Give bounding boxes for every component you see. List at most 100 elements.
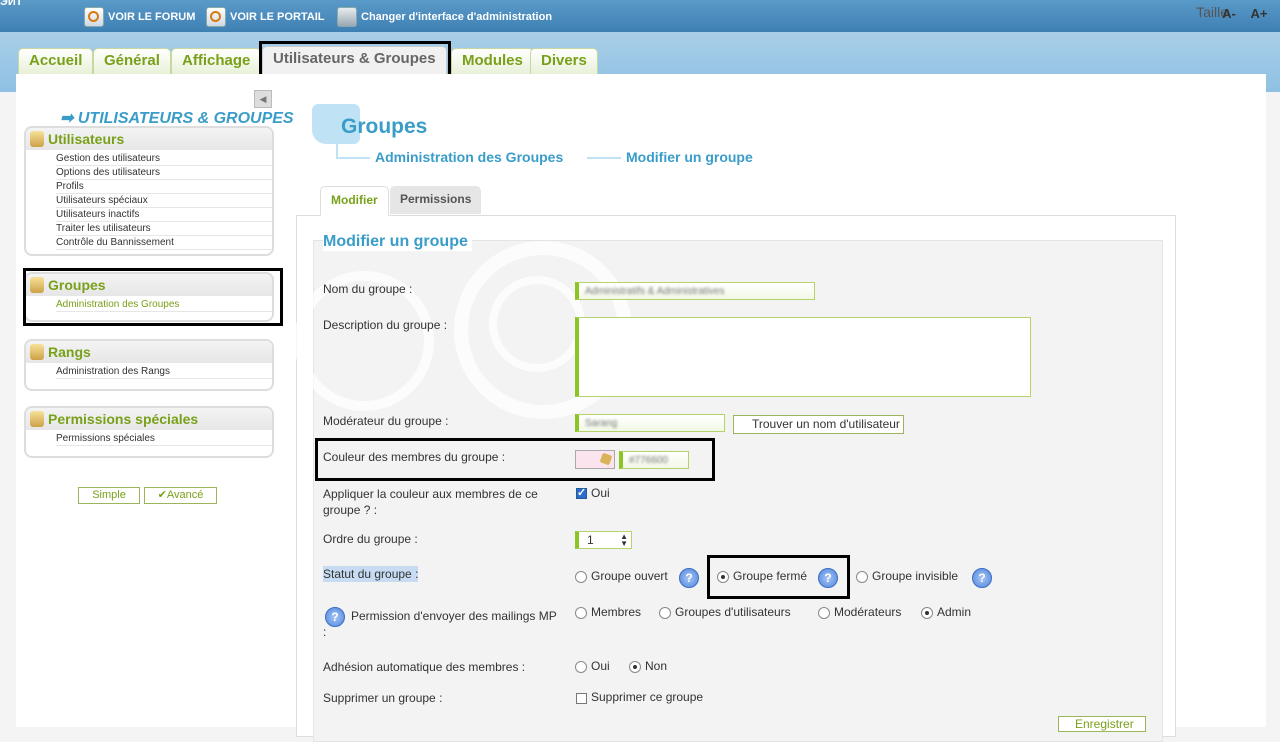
section-title: Rangs <box>48 344 91 360</box>
status-closed-label: Groupe fermé <box>733 569 808 583</box>
sidebar-section-header: Utilisateurs <box>26 128 272 150</box>
sidebar-title: ➡ UTILISATEURS & GROUPES <box>60 110 294 127</box>
sidebar-item-gestion-utilisateurs[interactable]: Gestion des utilisateurs <box>56 152 272 166</box>
help-icon[interactable]: ? <box>679 568 699 588</box>
sidebar-item-utilisateurs-speciaux[interactable]: Utilisateurs spéciaux <box>56 194 272 208</box>
mailing-usergroups-radio[interactable] <box>659 607 671 619</box>
sidebar-section-groupes: Groupes Administration des Groupes <box>24 272 274 322</box>
sidebar-item-bannissement[interactable]: Contrôle du Bannissement <box>56 236 272 250</box>
delete-group-option-label: Supprimer ce groupe <box>591 690 704 704</box>
apply-color-option-label: Oui <box>591 486 610 500</box>
sidebar-item-administration-rangs[interactable]: Administration des Rangs <box>56 365 272 379</box>
auto-join-label: Adhésion automatique des membres : <box>323 660 526 674</box>
breadcrumb-groups-admin[interactable]: Administration des Groupes <box>375 149 563 165</box>
tab-divers[interactable]: Divers <box>530 48 598 75</box>
mailing-admin-radio[interactable] <box>921 607 933 619</box>
section-title: Utilisateurs <box>48 131 125 147</box>
view-portal-label: VOIR LE PORTAIL <box>230 11 325 23</box>
mailing-moderators-label: Modérateurs <box>834 605 902 619</box>
mailing-members-radio[interactable] <box>575 607 587 619</box>
admin-interface-icon <box>337 7 357 27</box>
simple-mode-button[interactable]: Simple <box>78 487 140 504</box>
auto-join-yes-label: Oui <box>591 659 610 673</box>
users-icon <box>30 131 44 147</box>
mailing-moderators-radio[interactable] <box>818 607 830 619</box>
status-invisible-label: Groupe invisible <box>872 569 959 583</box>
status-closed-radio[interactable] <box>717 571 729 583</box>
apply-color-label: Appliquer la couleur aux membres de ce g… <box>323 487 538 517</box>
magnifier-icon <box>206 7 226 27</box>
stepper-arrows-icon: ▲ ▼ <box>620 532 628 548</box>
page-title: Groupes <box>341 115 428 138</box>
breadcrumb-line <box>336 140 338 158</box>
logo: ЭИТ <box>0 0 23 8</box>
group-description-label: Description du groupe : <box>323 318 448 332</box>
find-username-button[interactable]: Trouver un nom d'utilisateur <box>733 415 904 434</box>
advanced-mode-label: Avancé <box>166 489 204 501</box>
auto-join-yes-radio[interactable] <box>575 661 587 673</box>
mailing-permission-label: Permission d'envoyer des mailings MP : <box>323 609 557 639</box>
sidebar-item-administration-groupes[interactable]: Administration des Groupes <box>56 298 272 312</box>
group-description-textarea[interactable] <box>575 317 1031 397</box>
group-order-select[interactable]: 1 ▲ ▼ <box>575 531 632 549</box>
sidebar-section-utilisateurs: Utilisateurs Gestion des utilisateurs Op… <box>24 126 274 256</box>
sidebar-section-header: Permissions spéciales <box>26 408 272 430</box>
tab-utilisateurs-groupes[interactable]: Utilisateurs & Groupes <box>262 46 447 75</box>
top-bar: ЭИТ VOIR LE FORUM VOIR LE PORTAIL Change… <box>0 0 1280 32</box>
sidebar-section-header: Groupes <box>26 274 272 296</box>
sidebar-section-permissions: Permissions spéciales Permissions spécia… <box>24 406 274 458</box>
font-decrease-icon[interactable]: A- <box>1220 6 1238 24</box>
permissions-icon <box>30 411 44 427</box>
view-forum-link[interactable]: VOIR LE FORUM <box>84 7 195 27</box>
group-status-label: Statut du groupe : <box>323 566 419 582</box>
change-admin-interface-label: Changer d'interface d'administration <box>361 11 553 23</box>
breadcrumb-arrow <box>336 157 370 159</box>
group-color-value: #776600 <box>629 455 668 466</box>
sidebar-section-header: Rangs <box>26 341 272 363</box>
help-icon[interactable]: ? <box>972 568 992 588</box>
sidebar-item-traiter-utilisateurs[interactable]: Traiter les utilisateurs <box>56 222 272 236</box>
apply-color-checkbox[interactable] <box>576 486 587 499</box>
collapse-sidebar-icon[interactable]: ◀ <box>254 90 272 108</box>
groups-icon <box>30 277 44 293</box>
advanced-mode-button[interactable]: ✔Avancé <box>144 487 217 504</box>
mailing-usergroups-label: Groupes d'utilisateurs <box>675 605 791 619</box>
group-moderator-input[interactable]: Sarang <box>575 414 725 432</box>
section-title: Permissions spéciales <box>48 411 199 427</box>
mailing-members-label: Membres <box>591 605 642 619</box>
group-order-value: 1 <box>587 533 594 547</box>
breadcrumb-arrow <box>587 157 621 159</box>
view-portal-link[interactable]: VOIR LE PORTAIL <box>206 7 325 27</box>
sidebar-item-profils[interactable]: Profils <box>56 180 272 194</box>
sidebar-item-utilisateurs-inactifs[interactable]: Utilisateurs inactifs <box>56 208 272 222</box>
magnifier-icon <box>84 7 104 27</box>
group-color-label: Couleur des membres du groupe : <box>323 450 506 464</box>
tab-affichage[interactable]: Affichage <box>171 48 262 75</box>
group-color-input[interactable]: #776600 <box>619 451 689 469</box>
tab-permissions[interactable]: Permissions <box>390 186 482 214</box>
section-title: Groupes <box>48 277 106 293</box>
delete-group-checkbox[interactable] <box>576 693 587 704</box>
tab-modules[interactable]: Modules <box>451 48 534 75</box>
auto-join-no-radio[interactable] <box>629 661 641 673</box>
tab-modifier[interactable]: Modifier <box>320 186 389 216</box>
rank-icon <box>30 344 44 360</box>
color-picker-button[interactable] <box>575 450 615 469</box>
save-button[interactable]: Enregistrer <box>1058 716 1146 732</box>
help-icon[interactable]: ? <box>818 568 838 588</box>
form-title: Modifier un groupe <box>323 233 472 251</box>
sidebar-item-options-utilisateurs[interactable]: Options des utilisateurs <box>56 166 272 180</box>
group-name-input[interactable]: Administratifs & Administratives <box>575 282 815 300</box>
tab-general[interactable]: Général <box>93 48 171 75</box>
tab-accueil[interactable]: Accueil <box>18 48 94 75</box>
group-name-value: Administratifs & Administratives <box>585 286 725 297</box>
breadcrumb-current: Modifier un groupe <box>626 149 753 165</box>
status-invisible-radio[interactable] <box>856 571 868 583</box>
delete-group-label: Supprimer un groupe : <box>323 691 443 705</box>
group-moderator-label: Modérateur du groupe : <box>323 414 449 428</box>
status-open-radio[interactable] <box>575 571 587 583</box>
sidebar-item-permissions-speciales[interactable]: Permissions spéciales <box>56 432 272 446</box>
view-forum-label: VOIR LE FORUM <box>108 11 196 23</box>
change-admin-interface-link[interactable]: Changer d'interface d'administration <box>337 7 552 27</box>
font-increase-icon[interactable]: A+ <box>1250 6 1268 24</box>
